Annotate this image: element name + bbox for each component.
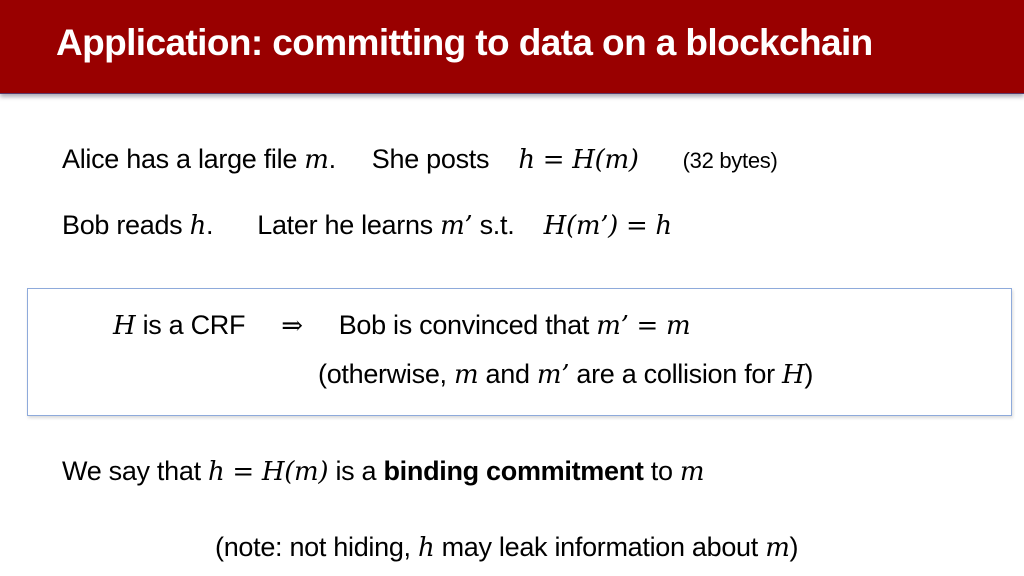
line-bob: Bob reads h. Later he learns m’ s.t. H(m’… [62,210,672,241]
text: . [206,210,214,240]
text: (note: not hiding, [215,532,418,562]
math-h-eq-Hm: h = H(m) [207,457,329,487]
slide-header: Application: committing to data on a blo… [0,0,1024,94]
text: ) [804,359,814,389]
text: (otherwise, [318,359,454,389]
math-m: m [304,145,329,175]
math-m-prime: m’ [440,211,473,241]
math-m-prime: m’ [536,360,570,390]
text: ) [789,532,799,562]
text: may leak information about [434,532,766,562]
math-h-eq-Hm: h = H(m) [518,145,639,175]
implies-arrow-icon: ⇒ [281,311,303,341]
text: is a CRF [135,310,246,340]
math-m: m [453,360,479,390]
slide-title: Application: committing to data on a blo… [56,22,873,63]
text: and [478,359,537,389]
math-Hmprime-eq-h: H(m’) = h [543,211,673,241]
text: to [643,456,680,486]
math-m: m [679,457,705,487]
line-alice: Alice has a large file m. She posts h = H… [62,144,778,175]
text: is a [328,456,384,486]
binding-commitment-term: binding commitment [383,456,644,486]
text: Bob reads [62,210,190,240]
text: We say that [62,456,208,486]
text: Alice has a large file [62,144,305,174]
text: Later he learns [257,210,441,240]
box-row-2: (otherwise, m and m’ are a collision for… [318,359,813,390]
math-H: H [782,360,805,390]
text: . [328,144,337,174]
crf-callout-box [27,288,1012,416]
math-h: h [189,211,207,241]
math-mprime-eq-m: m’ = m [596,311,691,341]
box-row-1: H is a CRF ⇒ Bob is convinced that m’ = m [113,310,691,341]
line-binding: We say that h = H(m) is a binding commit… [62,456,705,487]
size-note: (32 bytes) [682,148,778,173]
math-m: m [765,533,790,563]
text: Bob is convinced that [338,310,597,340]
text: are a collision for [569,359,783,389]
math-h: h [417,533,435,563]
text: She posts [371,144,497,174]
text: s.t. [472,210,522,240]
math-H: H [113,311,136,341]
line-note: (note: not hiding, h may leak informatio… [215,532,799,563]
